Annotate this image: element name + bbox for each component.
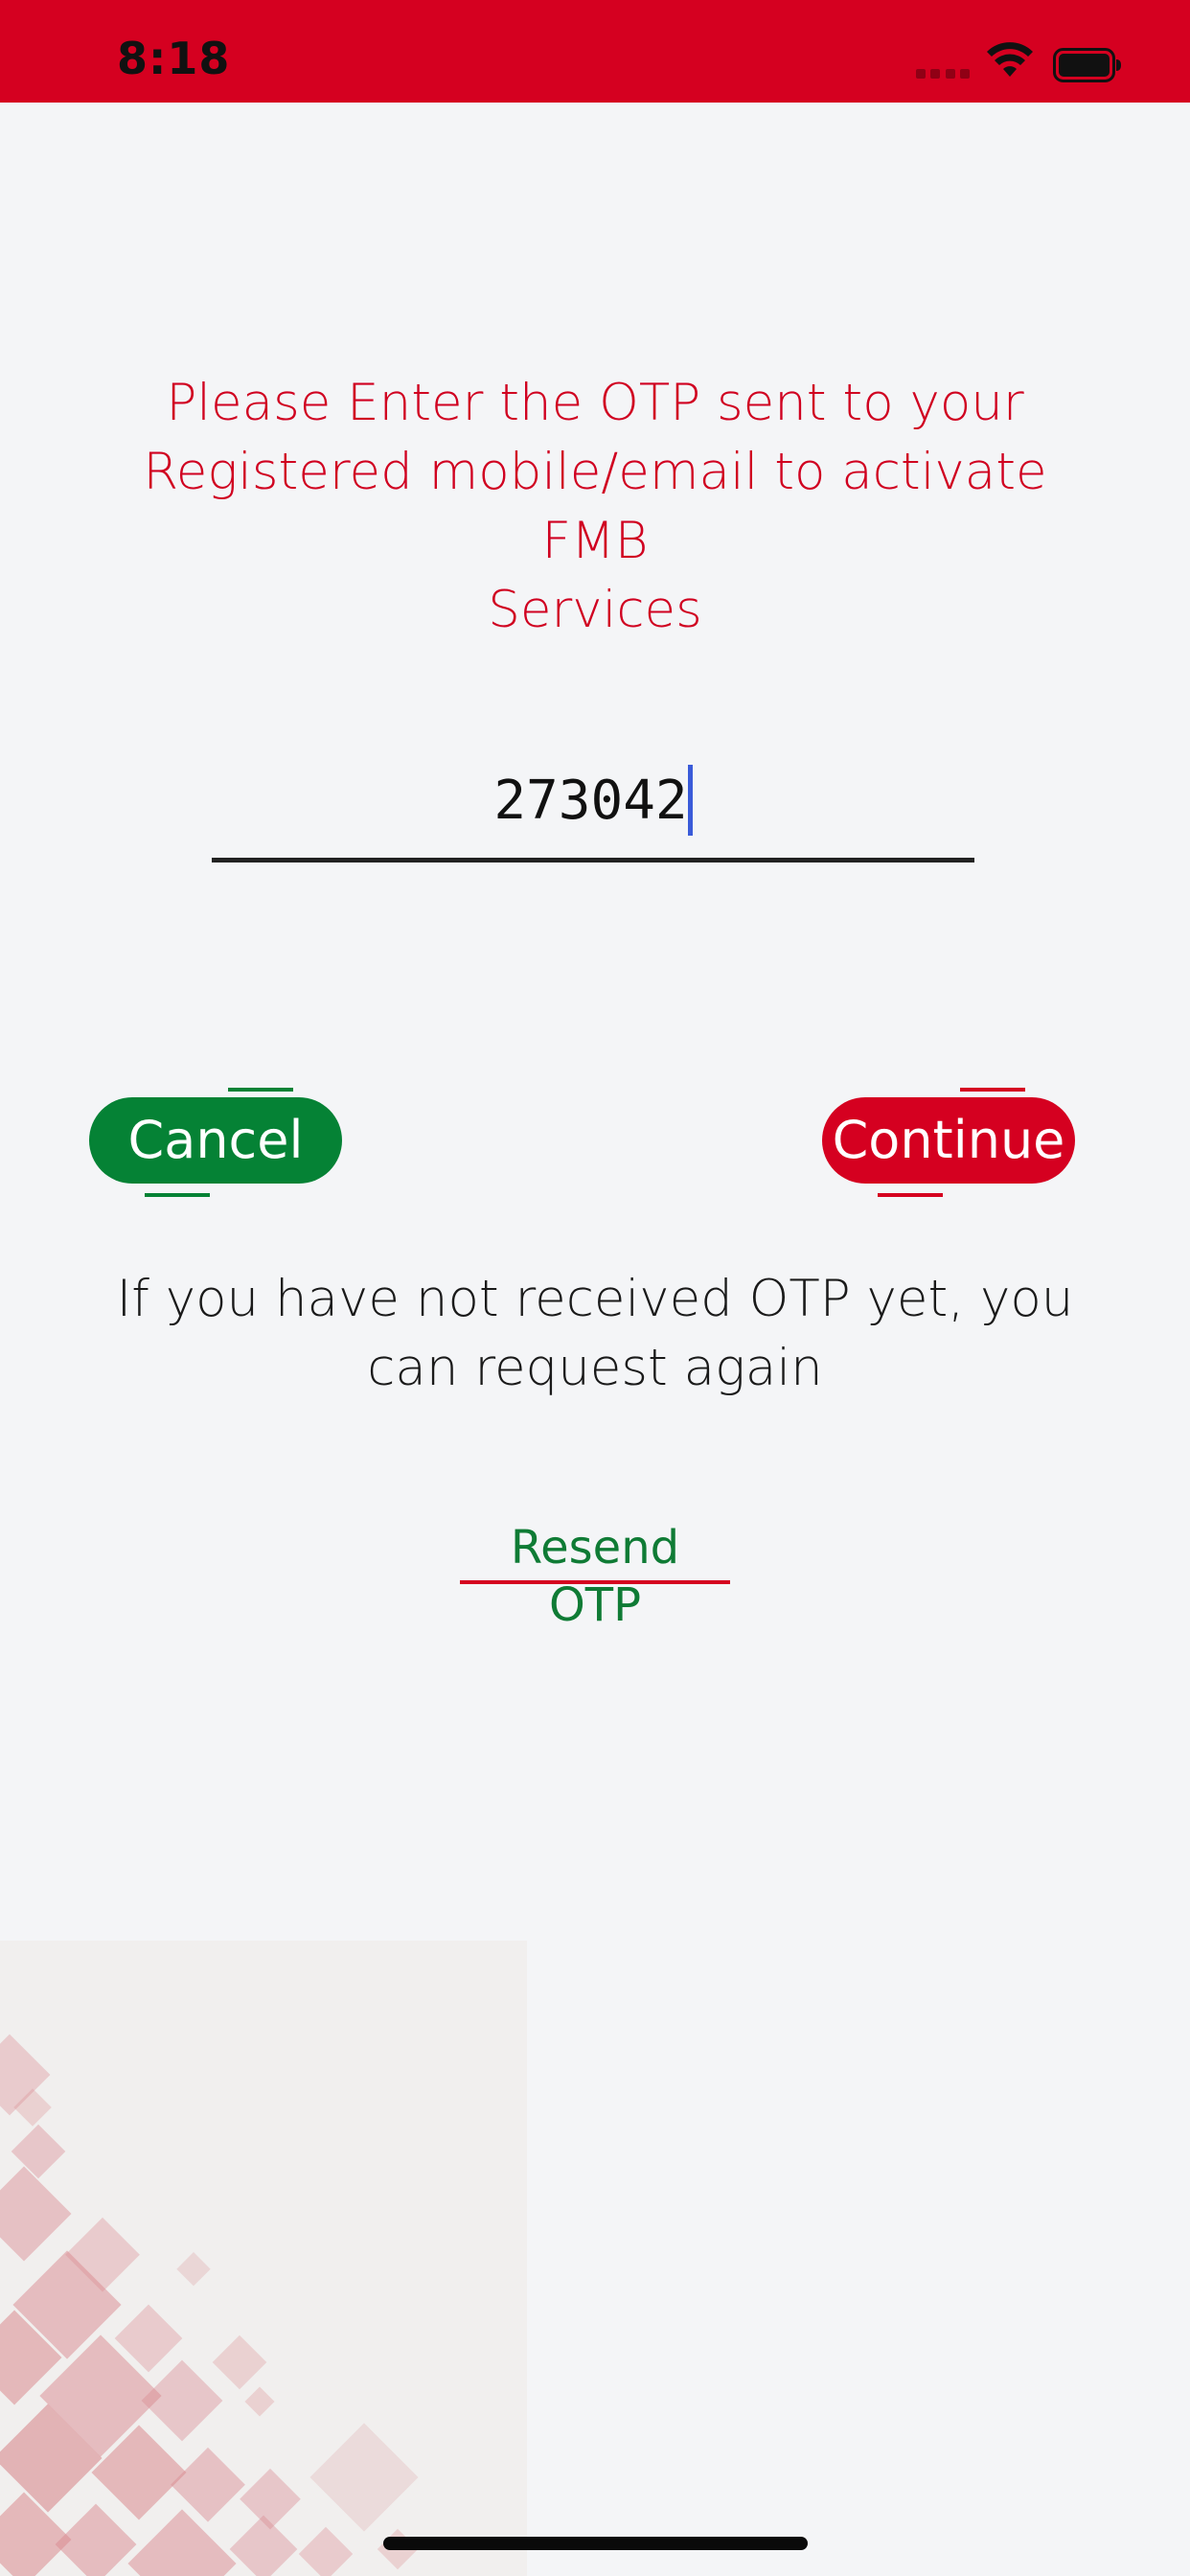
status-time: 8:18 [117,33,231,84]
otp-prompt: Please Enter the OTP sent to your Regist… [115,369,1075,645]
wifi-icon [987,42,1033,77]
cancel-button[interactable]: Cancel [89,1097,342,1184]
decorative-diamond-pattern [0,1941,527,2576]
text-caret [687,765,693,836]
home-indicator[interactable] [383,2537,808,2550]
continue-button[interactable]: Continue [822,1097,1075,1184]
resend-info-line: can request again [367,1339,823,1397]
status-bar: 8:18 [0,0,1190,103]
cancel-accent-line [228,1088,293,1092]
otp-prompt-line: Services [488,581,702,639]
cancel-accent-line [145,1193,210,1197]
continue-accent-line [878,1193,943,1197]
otp-input[interactable]: 273042 [212,753,974,862]
resend-otp-link[interactable]: Resend OTP [460,1519,730,1632]
otp-input-value[interactable]: 273042 [493,753,687,849]
signal-icon [916,69,970,80]
resend-info: If you have not received OTP yet, you ca… [115,1265,1075,1403]
otp-prompt-line: Please Enter the OTP sent to your [166,374,1024,432]
continue-accent-line [960,1088,1025,1092]
resend-info-line: If you have not received OTP yet, you [116,1270,1074,1328]
battery-icon [1053,48,1121,82]
otp-prompt-line: Registered mobile/email to activate FMB [143,443,1047,570]
